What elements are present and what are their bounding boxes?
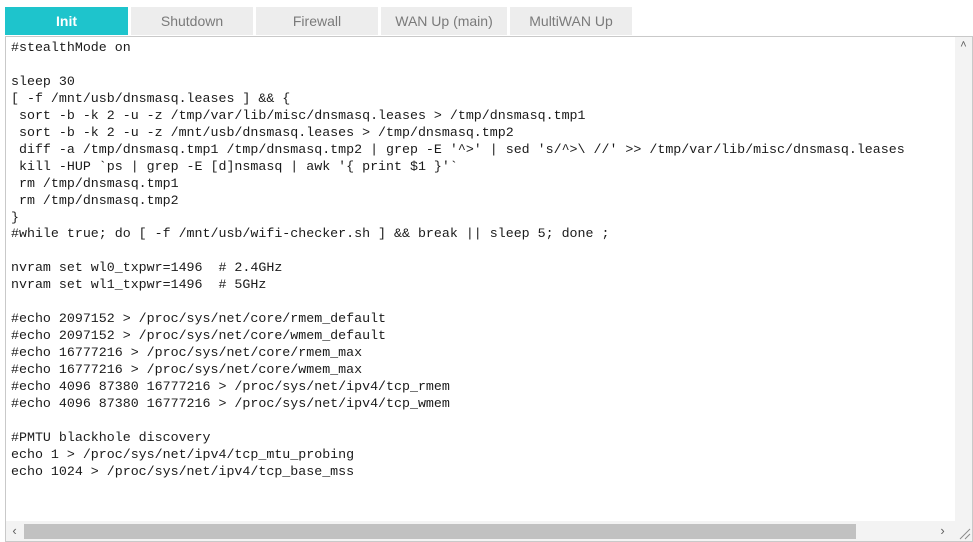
tab-firewall[interactable]: Firewall (256, 7, 378, 35)
horizontal-scrollbar[interactable]: ‹ › (6, 521, 972, 541)
script-textarea[interactable]: #stealthMode on sleep 30 [ -f /mnt/usb/d… (11, 40, 951, 518)
chevron-right-icon[interactable]: › (934, 521, 951, 541)
resize-grip-icon[interactable] (957, 526, 971, 540)
chevron-left-icon[interactable]: ‹ (6, 521, 23, 541)
tab-init[interactable]: Init (5, 7, 128, 35)
script-tabs: Init Shutdown Firewall WAN Up (main) Mul… (5, 7, 632, 35)
script-editor[interactable]: #stealthMode on sleep 30 [ -f /mnt/usb/d… (5, 36, 973, 542)
chevron-up-icon[interactable]: ˄ (955, 37, 972, 54)
tab-multiwan-up[interactable]: MultiWAN Up (510, 7, 632, 35)
horizontal-scroll-thumb[interactable] (24, 524, 856, 539)
vertical-scrollbar[interactable]: ˄ (955, 37, 972, 521)
tab-shutdown[interactable]: Shutdown (131, 7, 253, 35)
tab-wan-up-main[interactable]: WAN Up (main) (381, 7, 507, 35)
